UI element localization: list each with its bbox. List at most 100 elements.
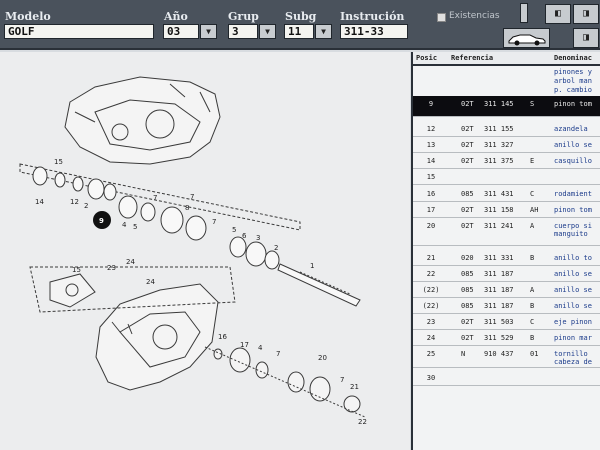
callout[interactable]: 15 <box>54 158 63 166</box>
col-header-referencia: Referencia <box>451 54 494 62</box>
ano-field[interactable]: 03 <box>163 24 199 39</box>
table-row[interactable]: 12 02T 311 155 azandela <box>413 121 600 137</box>
table-cell-num: 311 187 <box>484 286 514 294</box>
table-cell-num: 311 327 <box>484 141 514 149</box>
callout[interactable]: 14 <box>35 198 44 206</box>
callout[interactable]: 5 <box>133 223 137 231</box>
group-description-line: pinones y <box>554 68 592 76</box>
callout[interactable]: 23 <box>107 264 116 272</box>
instruccion-label: Instrución <box>340 10 405 23</box>
callout[interactable]: 17 <box>240 341 249 349</box>
table-cell-desc: pinon tom <box>554 100 592 108</box>
table-cell-pre: 02T <box>461 318 474 326</box>
table-row[interactable]: 23 02T 311 503 Ceje pinon <box>413 314 600 330</box>
table-cell-pos: 22 <box>426 270 436 278</box>
table-row[interactable]: 17 02T 311 158 AH pinon tom <box>413 202 600 218</box>
callout[interactable]: 5 <box>232 226 236 234</box>
table-cell-num: 311 375 <box>484 157 514 165</box>
forward-page-button[interactable]: ◨ <box>573 4 599 24</box>
table-cell-pos: 20 <box>426 222 436 230</box>
callout[interactable]: 7 <box>212 218 216 226</box>
table-row[interactable]: 30 <box>413 370 600 386</box>
table-row[interactable]: 9 02T 311 145 Spinon tom <box>413 96 600 117</box>
existencias-checkbox[interactable] <box>437 13 446 22</box>
table-cell-suf: A <box>530 222 535 230</box>
callout[interactable]: 16 <box>218 333 227 341</box>
table-cell-suf: 01 <box>530 350 539 358</box>
table-cell-pre: 085 <box>461 302 474 310</box>
instruccion-field[interactable]: 311-33 <box>340 24 408 39</box>
table-row[interactable]: 13 02T 311 327 anillo se <box>413 137 600 153</box>
lower-housing <box>29 266 366 418</box>
subg-label: Subg <box>285 10 317 23</box>
page-next-icon: ◨ <box>582 32 590 43</box>
callout[interactable]: 12 <box>70 198 79 206</box>
next-page-button[interactable]: ◨ <box>573 28 599 48</box>
grup-label: Grup <box>228 10 259 23</box>
upper-housing <box>64 76 221 165</box>
exploded-diagram: 15 14 12 2 9 4 5 7 8 7 7 5 6 3 2 1 15 23… <box>0 52 410 450</box>
table-cell-num: 311 331 <box>484 254 514 262</box>
subg-field[interactable]: 11 <box>284 24 314 39</box>
table-row[interactable]: 22 085 311 187 anillo se <box>413 266 600 282</box>
table-row[interactable]: 16 085 311 431 Crodamient <box>413 186 600 202</box>
chevron-down-icon: ▼ <box>265 27 270 36</box>
existencias-label: Existencias <box>449 11 500 21</box>
table-cell-desc: anillo to <box>554 254 592 262</box>
callout[interactable]: 6 <box>242 232 247 240</box>
table-cell-desc: cuerpo si manguito <box>554 222 592 238</box>
callout-selected[interactable]: 9 <box>99 217 104 225</box>
table-cell-suf: B <box>530 254 535 262</box>
table-cell-desc: casquillo <box>554 157 592 165</box>
callout[interactable]: 3 <box>256 234 260 242</box>
callout[interactable]: 7 <box>190 193 194 201</box>
grup-dropdown-button[interactable]: ▼ <box>259 24 276 39</box>
table-cell-suf: B <box>530 302 535 310</box>
gearbox-drawing: 15 14 12 2 9 4 5 7 8 7 7 5 6 3 2 1 15 23… <box>19 76 367 426</box>
modelo-field[interactable]: GOLF <box>4 24 154 39</box>
table-row[interactable]: 14 02T 311 375 Ecasquillo <box>413 153 600 169</box>
callout[interactable]: 7 <box>276 350 280 358</box>
table-cell-desc: azandela <box>554 125 588 133</box>
callout[interactable]: 4 <box>122 221 127 229</box>
vehicle-button[interactable] <box>503 28 550 48</box>
scroll-handle[interactable] <box>520 3 528 23</box>
callout[interactable]: 7 <box>340 376 344 384</box>
table-cell-pre: N <box>461 350 466 358</box>
callout[interactable]: 2 <box>84 202 88 210</box>
back-page-button[interactable]: ◧ <box>545 4 571 24</box>
table-cell-pos: (22) <box>422 302 440 310</box>
table-cell-pre: 02T <box>461 206 474 214</box>
table-cell-pre: 085 <box>461 190 474 198</box>
table-row[interactable]: (22) 085 311 187 Banillo se <box>413 298 600 314</box>
callout[interactable]: 7 <box>153 194 157 202</box>
table-row[interactable]: 15 <box>413 169 600 185</box>
grup-field[interactable]: 3 <box>228 24 258 39</box>
callout[interactable]: 2 <box>274 244 278 252</box>
callout[interactable]: 4 <box>258 344 263 352</box>
table-row[interactable]: 24 02T 311 529 Bpinon mar <box>413 330 600 346</box>
callout[interactable]: 8 <box>185 204 189 212</box>
table-cell-num: 910 437 <box>484 350 514 358</box>
callout[interactable]: 24 <box>146 278 155 286</box>
parts-table: Posic Referencia Denominac pinones y arb… <box>411 52 600 450</box>
table-cell-pre: 020 <box>461 254 474 262</box>
callout[interactable]: 20 <box>318 354 327 362</box>
table-cell-suf: C <box>530 190 535 198</box>
table-cell-pos: 16 <box>426 190 436 198</box>
table-row[interactable]: 25 N 910 437 01 tornillo cabeza de <box>413 346 600 368</box>
callout[interactable]: 24 <box>126 258 135 266</box>
table-cell-desc: pinon mar <box>554 334 592 342</box>
ano-label: Año <box>164 10 188 23</box>
table-row[interactable]: (22) 085 311 187 Aanillo se <box>413 282 600 298</box>
subg-dropdown-button[interactable]: ▼ <box>315 24 332 39</box>
page-left-icon: ◧ <box>554 8 562 19</box>
table-cell-pos: 9 <box>428 100 434 108</box>
table-row[interactable]: 21 020 311 331 Banillo to <box>413 250 600 266</box>
ano-dropdown-button[interactable]: ▼ <box>200 24 217 39</box>
callout[interactable]: 1 <box>310 262 314 270</box>
callout[interactable]: 22 <box>358 418 367 426</box>
callout[interactable]: 15 <box>72 266 81 274</box>
table-row[interactable]: 20 02T 311 241 Acuerpo si manguito <box>413 218 600 246</box>
callout[interactable]: 21 <box>350 383 359 391</box>
